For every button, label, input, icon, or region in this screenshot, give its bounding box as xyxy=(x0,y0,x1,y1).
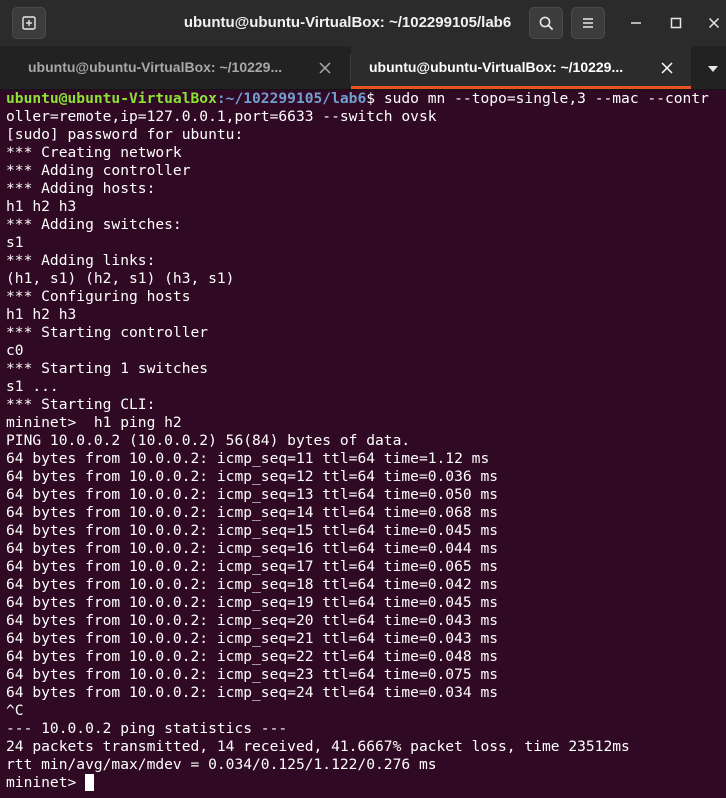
output-line: 64 bytes from 10.0.0.2: icmp_seq=21 ttl=… xyxy=(6,630,499,647)
prompt-user-host: ubuntu@ubuntu-VirtualBox xyxy=(6,90,217,107)
output-line: *** Adding hosts: xyxy=(6,180,156,197)
new-tab-button[interactable] xyxy=(12,7,46,39)
tab-label: ubuntu@ubuntu-VirtualBox: ~/10229... xyxy=(28,59,283,75)
output-line: (h1, s1) (h2, s1) (h3, s1) xyxy=(6,270,235,287)
output-line: 64 bytes from 10.0.0.2: icmp_seq=19 ttl=… xyxy=(6,594,499,611)
current-prompt-line[interactable]: mininet> xyxy=(6,774,726,792)
output-lines: oller=remote,ip=127.0.0.1,port=6633 --sw… xyxy=(6,108,726,774)
search-button[interactable] xyxy=(529,7,563,39)
output-line: 64 bytes from 10.0.0.2: icmp_seq=24 ttl=… xyxy=(6,684,499,701)
output-line: c0 xyxy=(6,342,24,359)
output-line: 64 bytes from 10.0.0.2: icmp_seq=16 ttl=… xyxy=(6,540,499,557)
output-line: PING 10.0.0.2 (10.0.0.2) 56(84) bytes of… xyxy=(6,432,411,449)
output-line: s1 xyxy=(6,234,24,251)
command-text: sudo mn --topo=single,3 --mac --contr xyxy=(383,90,709,107)
output-line: h1 h2 h3 xyxy=(6,306,77,323)
command-line: ubuntu@ubuntu-VirtualBox:~/102299105/lab… xyxy=(6,90,726,108)
prompt-path: :~/102299105/lab6 xyxy=(216,90,367,107)
output-line: 64 bytes from 10.0.0.2: icmp_seq=18 ttl=… xyxy=(6,576,499,593)
output-line: 64 bytes from 10.0.0.2: icmp_seq=15 ttl=… xyxy=(6,522,499,539)
prompt-symbol: $ xyxy=(366,90,384,107)
tabs-menu-button[interactable] xyxy=(706,62,720,74)
chevron-down-icon xyxy=(706,62,720,79)
output-line: ^C xyxy=(6,702,24,719)
window-title: ubuntu@ubuntu-VirtualBox: ~/102299105/la… xyxy=(183,14,512,31)
output-line: *** Starting 1 switches xyxy=(6,360,209,377)
output-line: *** Adding links: xyxy=(6,252,156,269)
close-icon xyxy=(318,62,332,79)
terminal-output[interactable]: ubuntu@ubuntu-VirtualBox:~/102299105/lab… xyxy=(6,90,726,798)
menu-button[interactable] xyxy=(571,7,605,39)
output-line: *** Starting controller xyxy=(6,324,209,341)
output-line: 64 bytes from 10.0.0.2: icmp_seq=13 ttl=… xyxy=(6,486,499,503)
output-line: s1 ... xyxy=(6,378,59,395)
close-button[interactable] xyxy=(702,11,726,35)
tab-2[interactable]: ubuntu@ubuntu-VirtualBox: ~/10229... xyxy=(351,46,691,89)
output-line: *** Adding switches: xyxy=(6,216,182,233)
output-line: 24 packets transmitted, 14 received, 41.… xyxy=(6,738,630,755)
maximize-button[interactable] xyxy=(664,11,688,35)
output-line: 64 bytes from 10.0.0.2: icmp_seq=11 ttl=… xyxy=(6,450,490,467)
minimize-button[interactable] xyxy=(624,11,648,35)
terminal-window: ubuntu@ubuntu-VirtualBox: ~/102299105/la… xyxy=(0,0,726,798)
output-line: mininet> h1 ping h2 xyxy=(6,414,182,431)
output-line: 64 bytes from 10.0.0.2: icmp_seq=12 ttl=… xyxy=(6,468,499,485)
output-line: rtt min/avg/max/mdev = 0.034/0.125/1.122… xyxy=(6,756,437,773)
output-line: *** Configuring hosts xyxy=(6,288,191,305)
output-line: 64 bytes from 10.0.0.2: icmp_seq=17 ttl=… xyxy=(6,558,499,575)
output-line: h1 h2 h3 xyxy=(6,198,77,215)
output-line: 64 bytes from 10.0.0.2: icmp_seq=14 ttl=… xyxy=(6,504,499,521)
output-line: *** Creating network xyxy=(6,144,182,161)
output-line: 64 bytes from 10.0.0.2: icmp_seq=20 ttl=… xyxy=(6,612,499,629)
output-line: [sudo] password for ubuntu: xyxy=(6,126,244,143)
tab-close-button[interactable] xyxy=(660,61,674,75)
output-line: 64 bytes from 10.0.0.2: icmp_seq=22 ttl=… xyxy=(6,648,499,665)
tab-bar: ubuntu@ubuntu-VirtualBox: ~/10229... ubu… xyxy=(0,46,726,90)
output-line: *** Starting CLI: xyxy=(6,396,156,413)
mininet-prompt: mininet> xyxy=(6,774,86,791)
output-line: *** Adding controller xyxy=(6,162,191,179)
tab-label: ubuntu@ubuntu-VirtualBox: ~/10229... xyxy=(369,59,624,75)
close-icon xyxy=(660,62,674,79)
text-cursor xyxy=(85,774,95,791)
title-bar: ubuntu@ubuntu-VirtualBox: ~/102299105/la… xyxy=(0,0,726,46)
output-line: 64 bytes from 10.0.0.2: icmp_seq=23 ttl=… xyxy=(6,666,499,683)
output-line: oller=remote,ip=127.0.0.1,port=6633 --sw… xyxy=(6,108,437,125)
tab-1[interactable]: ubuntu@ubuntu-VirtualBox: ~/10229... xyxy=(0,46,350,89)
tab-close-button[interactable] xyxy=(318,61,332,75)
output-line: --- 10.0.0.2 ping statistics --- xyxy=(6,720,288,737)
